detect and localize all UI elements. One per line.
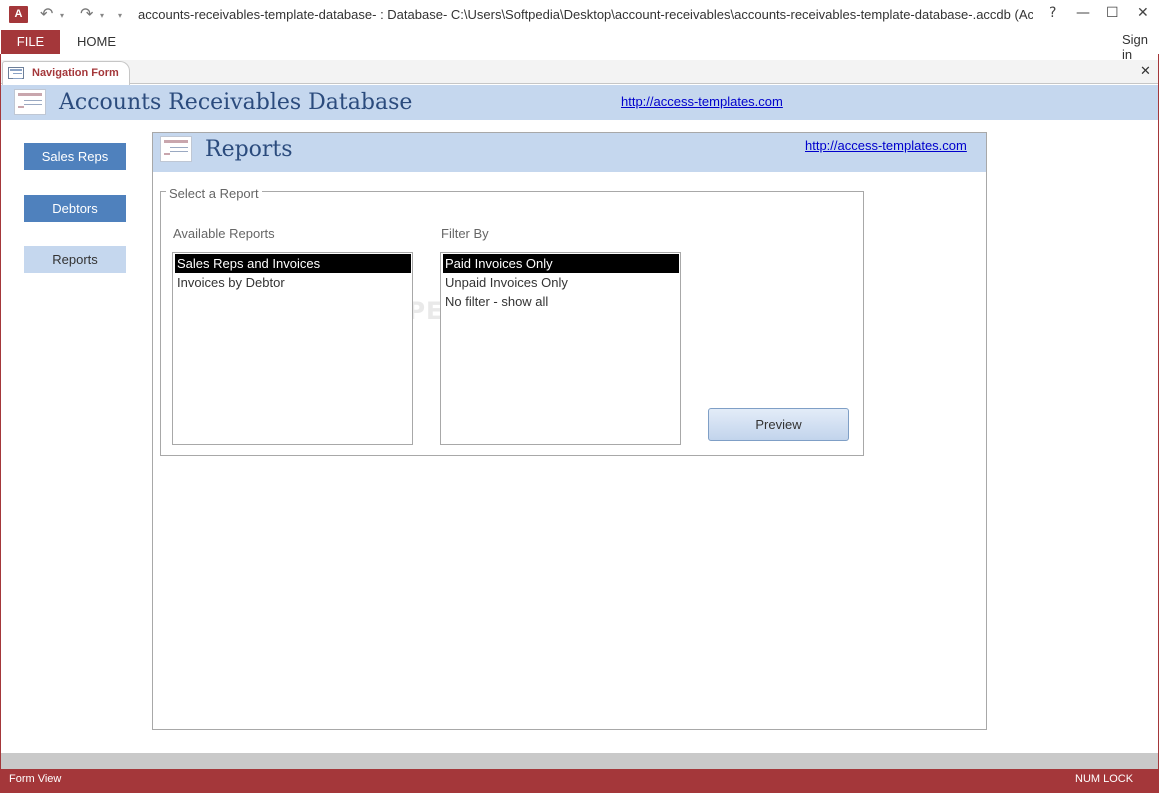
subform-website-link[interactable]: http://access-templates.com — [805, 138, 967, 153]
redo-dropdown-icon[interactable]: ▾ — [100, 11, 104, 20]
list-item[interactable]: No filter - show all — [443, 292, 679, 311]
form-icon — [14, 89, 46, 115]
close-document-icon[interactable]: ✕ — [1140, 64, 1151, 79]
minimize-icon[interactable]: — — [1076, 5, 1090, 21]
status-bar — [1, 769, 1158, 792]
available-reports-label: Available Reports — [173, 226, 275, 241]
form-icon — [8, 67, 24, 79]
reports-form-icon — [160, 136, 192, 162]
page-title: Accounts Receivables Database — [59, 90, 413, 115]
preview-button[interactable]: Preview — [708, 408, 849, 441]
list-item[interactable]: Unpaid Invoices Only — [443, 273, 679, 292]
document-tab-label: Navigation Form — [32, 67, 119, 79]
help-icon[interactable]: ? — [1049, 5, 1056, 21]
subform-title: Reports — [205, 137, 293, 162]
list-item[interactable]: Sales Reps and Invoices — [175, 254, 411, 273]
filter-by-listbox[interactable]: Paid Invoices Only Unpaid Invoices Only … — [440, 252, 681, 445]
sign-in-link[interactable]: Sign in — [1122, 32, 1159, 62]
nav-button-reports[interactable]: Reports — [24, 246, 126, 273]
list-item[interactable]: Invoices by Debtor — [175, 273, 411, 292]
horizontal-scrollbar[interactable] — [1, 753, 1158, 769]
filter-by-label: Filter By — [441, 226, 489, 241]
list-item[interactable]: Paid Invoices Only — [443, 254, 679, 273]
undo-dropdown-icon[interactable]: ▾ — [60, 11, 64, 20]
nav-button-sales-reps[interactable]: Sales Reps — [24, 143, 126, 170]
ribbon-tabs — [0, 30, 1159, 54]
window-title: accounts-receivables-template-database- … — [138, 7, 1033, 22]
tab-home[interactable]: HOME — [77, 34, 116, 49]
undo-icon[interactable]: ↶ — [40, 4, 53, 23]
available-reports-listbox[interactable]: Sales Reps and Invoices Invoices by Debt… — [172, 252, 413, 445]
redo-icon[interactable]: ↷ — [80, 4, 93, 23]
maximize-icon[interactable]: ☐ — [1106, 5, 1119, 21]
nav-button-debtors[interactable]: Debtors — [24, 195, 126, 222]
document-tab-strip — [1, 60, 1158, 84]
customize-toolbar-icon[interactable]: ▾ — [118, 11, 122, 20]
group-label: Select a Report — [166, 186, 262, 201]
tab-navigation-form[interactable]: Navigation Form — [2, 61, 130, 85]
tab-file[interactable]: FILE — [1, 30, 60, 54]
website-link[interactable]: http://access-templates.com — [621, 94, 783, 109]
access-app-icon[interactable]: A — [9, 6, 28, 23]
close-icon[interactable]: ✕ — [1137, 5, 1149, 21]
view-mode-status: Form View — [9, 773, 62, 785]
num-lock-status: NUM LOCK — [1075, 773, 1134, 785]
